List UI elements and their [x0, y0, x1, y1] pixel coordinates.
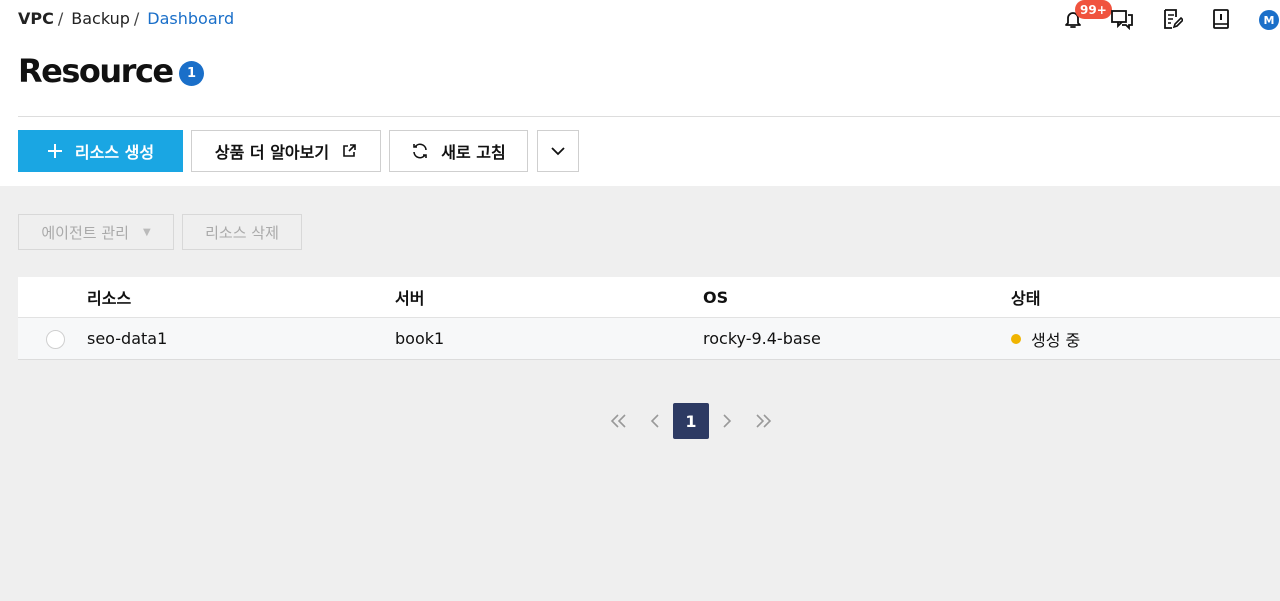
page-number-current[interactable]: 1 — [673, 403, 709, 439]
create-resource-label: 리소스 생성 — [74, 143, 155, 162]
agent-management-dropdown[interactable]: 에이전트 관리 ▼ — [18, 214, 174, 250]
breadcrumb-separator: / — [133, 9, 140, 28]
top-panel: VPC / Backup / Dashboard 99+ M Resource … — [0, 0, 1280, 186]
chat-icon[interactable] — [1110, 7, 1134, 31]
agent-management-label: 에이전트 관리 — [41, 223, 129, 242]
divider — [18, 116, 1280, 117]
create-resource-button[interactable]: 리소스 생성 — [18, 130, 183, 172]
external-link-icon — [341, 143, 357, 159]
status-dot — [1011, 333, 1021, 344]
book-icon[interactable] — [1209, 7, 1233, 31]
header-os[interactable]: OS — [703, 277, 728, 317]
notes-icon[interactable] — [1160, 7, 1184, 31]
learn-more-label: 상품 더 알아보기 — [214, 143, 330, 162]
chevron-down-icon — [550, 143, 566, 159]
cell-server: book1 — [395, 329, 445, 348]
status-label: 생성 중 — [1031, 330, 1081, 350]
header-resource[interactable]: 리소스 — [87, 277, 131, 317]
prev-page-icon[interactable] — [637, 403, 673, 439]
table-header: 리소스 서버 OS 상태 — [18, 277, 1280, 318]
breadcrumb: VPC / Backup / Dashboard — [18, 9, 234, 28]
row-radio[interactable] — [46, 330, 65, 349]
page-title: Resource — [18, 52, 174, 90]
refresh-button[interactable]: 새로 고침 — [389, 130, 528, 172]
more-options-button[interactable] — [537, 130, 579, 172]
plus-icon — [47, 143, 63, 159]
header-server[interactable]: 서버 — [395, 277, 424, 317]
table-row[interactable]: seo-data1 book1 rocky-9.4-base 생성 중 — [18, 318, 1280, 360]
header-status[interactable]: 상태 — [1011, 277, 1040, 317]
resource-count-badge: 1 — [179, 61, 204, 86]
next-page-icon[interactable] — [709, 403, 745, 439]
resource-table: 리소스 서버 OS 상태 seo-data1 book1 rocky-9.4-b… — [18, 277, 1280, 360]
cell-os: rocky-9.4-base — [703, 329, 821, 348]
refresh-icon — [411, 142, 429, 160]
delete-resource-label: 리소스 삭제 — [205, 223, 279, 242]
notification-badge: 99+ — [1075, 0, 1112, 19]
cell-status: 생성 중 — [1011, 318, 1080, 359]
refresh-label: 새로 고침 — [441, 143, 506, 162]
caret-down-icon: ▼ — [142, 226, 151, 238]
avatar[interactable]: M — [1259, 10, 1279, 30]
last-page-icon[interactable] — [745, 403, 781, 439]
delete-resource-button[interactable]: 리소스 삭제 — [182, 214, 302, 250]
breadcrumb-vpc[interactable]: VPC — [18, 9, 54, 28]
breadcrumb-dashboard[interactable]: Dashboard — [147, 9, 234, 28]
first-page-icon[interactable] — [601, 403, 637, 439]
breadcrumb-separator: / — [57, 9, 64, 28]
cell-resource: seo-data1 — [87, 329, 168, 348]
learn-more-button[interactable]: 상품 더 알아보기 — [191, 130, 381, 172]
breadcrumb-backup[interactable]: Backup — [71, 9, 130, 28]
